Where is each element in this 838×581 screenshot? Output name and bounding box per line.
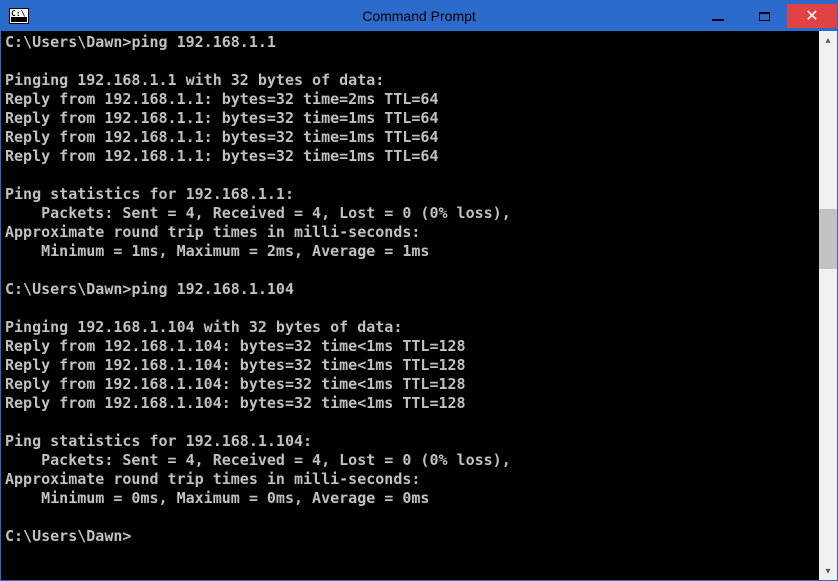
scroll-up-button[interactable]: ▴ (819, 31, 837, 49)
maximize-button[interactable] (741, 4, 787, 28)
command-text: ping 192.168.1.1 (131, 33, 276, 51)
ping-reply: Reply from 192.168.1.104: bytes=32 time<… (5, 356, 466, 374)
stats-header: Ping statistics for 192.168.1.104: (5, 432, 312, 450)
prompt-line: C:\Users\Dawn> (5, 280, 131, 298)
rtt-line: Minimum = 1ms, Maximum = 2ms, Average = … (5, 242, 429, 260)
prompt-line: C:\Users\Dawn> (5, 33, 131, 51)
ping-reply: Reply from 192.168.1.104: bytes=32 time<… (5, 375, 466, 393)
scroll-track[interactable] (819, 49, 837, 562)
packets-line: Packets: Sent = 4, Received = 4, Lost = … (5, 204, 511, 222)
ping-reply: Reply from 192.168.1.104: bytes=32 time<… (5, 337, 466, 355)
close-button[interactable]: ✕ (787, 4, 837, 28)
rtt-header: Approximate round trip times in milli-se… (5, 223, 420, 241)
ping-reply: Reply from 192.168.1.1: bytes=32 time=2m… (5, 90, 438, 108)
ping-reply: Reply from 192.168.1.1: bytes=32 time=1m… (5, 147, 438, 165)
ping-header: Pinging 192.168.1.104 with 32 bytes of d… (5, 318, 402, 336)
command-prompt-window: C:\ Command Prompt ✕ C:\Users\Dawn>ping … (0, 0, 838, 581)
vertical-scrollbar[interactable]: ▴ ▾ (819, 31, 837, 580)
ping-header: Pinging 192.168.1.1 with 32 bytes of dat… (5, 71, 384, 89)
stats-header: Ping statistics for 192.168.1.1: (5, 185, 294, 203)
titlebar[interactable]: C:\ Command Prompt ✕ (1, 1, 837, 31)
command-text: ping 192.168.1.104 (131, 280, 294, 298)
rtt-header: Approximate round trip times in milli-se… (5, 470, 420, 488)
minimize-icon (712, 19, 724, 21)
ping-reply: Reply from 192.168.1.1: bytes=32 time=1m… (5, 128, 438, 146)
prompt-line: C:\Users\Dawn> (5, 527, 131, 545)
window-controls: ✕ (695, 4, 837, 28)
terminal-output[interactable]: C:\Users\Dawn>ping 192.168.1.1 Pinging 1… (1, 31, 819, 580)
ping-reply: Reply from 192.168.1.1: bytes=32 time=1m… (5, 109, 438, 127)
scroll-down-button[interactable]: ▾ (819, 562, 837, 580)
minimize-button[interactable] (695, 4, 741, 28)
maximize-icon (759, 12, 770, 21)
scroll-thumb[interactable] (819, 209, 837, 269)
ping-reply: Reply from 192.168.1.104: bytes=32 time<… (5, 394, 466, 412)
cmd-icon: C:\ (9, 8, 29, 24)
rtt-line: Minimum = 0ms, Maximum = 0ms, Average = … (5, 489, 429, 507)
packets-line: Packets: Sent = 4, Received = 4, Lost = … (5, 451, 511, 469)
terminal-area: C:\Users\Dawn>ping 192.168.1.1 Pinging 1… (1, 31, 837, 580)
close-icon: ✕ (805, 6, 818, 26)
